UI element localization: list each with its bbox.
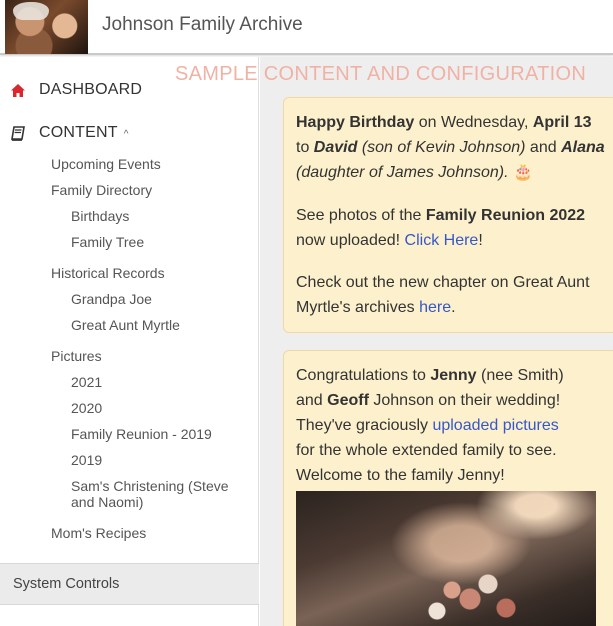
sample-content-banner: SAMPLE CONTENT AND CONFIGURATION — [175, 63, 587, 85]
system-controls[interactable]: System Controls — [0, 563, 259, 605]
book-icon — [9, 125, 27, 141]
app-title[interactable]: Johnson Family Archive — [102, 14, 303, 36]
reunion-announcement: See photos of the Family Reunion 2022 no… — [296, 207, 586, 249]
birthday-announcement: Happy Birthday on Wednesday, April 13 to… — [296, 114, 605, 181]
nav-dashboard-label: DASHBOARD — [39, 81, 143, 98]
sidebar: DASHBOARD CONTENT ^ Upcoming Events Famil… — [0, 57, 259, 626]
cake-icon: 🎂 — [513, 164, 533, 181]
chevron-up-icon[interactable]: ^ — [124, 129, 129, 140]
click-here-link[interactable]: Click Here — [405, 232, 479, 249]
nav-moms-recipes[interactable]: Mom's Recipes — [51, 525, 146, 541]
wedding-card: Congratulations to Jenny (nee Smith) and… — [283, 350, 613, 626]
nav-grandpa-joe[interactable]: Grandpa Joe — [71, 291, 152, 307]
app-header: Johnson Family Archive — [0, 0, 613, 55]
nav-2021[interactable]: 2021 — [71, 374, 102, 390]
nav-2020[interactable]: 2020 — [71, 400, 102, 416]
nav-family-directory[interactable]: Family Directory — [51, 182, 152, 198]
system-controls-label: System Controls — [13, 576, 120, 592]
nav-upcoming-events[interactable]: Upcoming Events — [51, 156, 161, 172]
wedding-announcement: Congratulations to Jenny (nee Smith) and… — [296, 367, 564, 484]
nav-great-aunt-myrtle[interactable]: Great Aunt Myrtle — [71, 317, 180, 333]
archives-announcement: Check out the new chapter on Great Aunt … — [296, 274, 590, 316]
nav-pictures[interactable]: Pictures — [51, 348, 102, 364]
announcement-card: Happy Birthday on Wednesday, April 13 to… — [283, 97, 613, 333]
home-icon — [9, 82, 27, 98]
archives-here-link[interactable]: here — [419, 299, 451, 316]
nav-birthdays[interactable]: Birthdays — [71, 208, 129, 224]
nav-historical-records[interactable]: Historical Records — [51, 265, 165, 281]
nav-family-tree[interactable]: Family Tree — [71, 234, 144, 250]
uploaded-pictures-link[interactable]: uploaded pictures — [432, 417, 558, 434]
nav-family-reunion-2019[interactable]: Family Reunion - 2019 — [71, 426, 212, 442]
nav-sams-christening[interactable]: Sam's Christening (Steve and Naomi) — [71, 478, 229, 510]
nav-content-label: CONTENT ^ — [39, 124, 129, 141]
family-photo-logo[interactable] — [5, 0, 88, 54]
nav-2019[interactable]: 2019 — [71, 452, 102, 468]
nav-content[interactable]: CONTENT ^ — [0, 120, 259, 146]
wedding-bouquet-photo — [296, 491, 596, 626]
